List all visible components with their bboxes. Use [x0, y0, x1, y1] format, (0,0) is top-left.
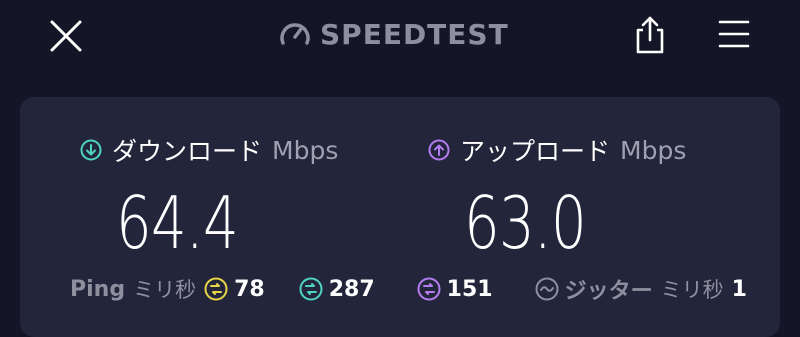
download-label: ダウンロード [112, 137, 263, 166]
upload-label: アップロード [460, 137, 611, 166]
menu-button[interactable] [716, 16, 752, 52]
jitter-unit: ミリ秒 [660, 278, 724, 302]
logo-text: SPEEDTEST [320, 17, 509, 51]
ping-upload-value: 151 [446, 276, 493, 302]
download-unit: Mbps [272, 135, 339, 165]
ping-label: Ping [70, 276, 126, 302]
close-icon [50, 20, 82, 52]
ping-upload-icon [417, 277, 441, 301]
download-value: 64.4 [116, 181, 239, 265]
latency-stats: Ping ミリ秒 78 287 151 ジッター ミリ秒 1 [70, 272, 747, 306]
upload-value: 63.0 [464, 181, 587, 265]
download-metric: ダウンロード Mbps 64.4 [80, 133, 338, 259]
ping-unit: ミリ秒 [133, 278, 197, 302]
upload-metric: アップロード Mbps 63.0 [428, 133, 686, 259]
menu-icon [718, 20, 750, 48]
jitter-wave-icon [535, 277, 559, 301]
arrow-up-circle-icon [428, 139, 450, 161]
download-header: ダウンロード Mbps [80, 133, 338, 167]
speedtest-logo: SPEEDTEST [278, 14, 509, 54]
share-icon [636, 16, 664, 54]
upload-header: アップロード Mbps [428, 133, 686, 167]
ping-download-icon [299, 277, 323, 301]
ping-download-value: 287 [328, 276, 375, 302]
ping-idle-icon [204, 277, 228, 301]
ping-idle-value: 78 [234, 276, 265, 302]
top-bar: SPEEDTEST [0, 0, 800, 70]
speedometer-icon [280, 23, 310, 45]
results-card: ダウンロード Mbps 64.4 アップロード Mbps 63.0 Ping ミ… [20, 97, 780, 337]
jitter-label: ジッター [564, 279, 653, 304]
share-button[interactable] [632, 12, 668, 56]
close-button[interactable] [46, 16, 86, 56]
arrow-down-circle-icon [80, 139, 102, 161]
jitter-value: 1 [731, 276, 747, 302]
upload-unit: Mbps [620, 135, 687, 165]
